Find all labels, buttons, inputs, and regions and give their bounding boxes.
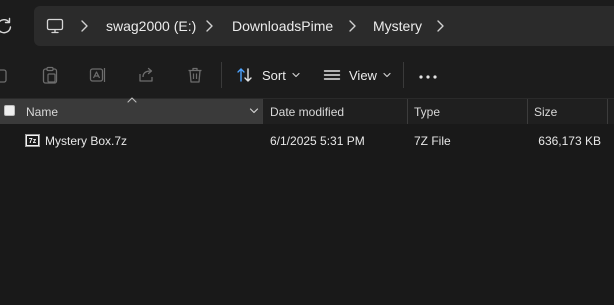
- paste-icon[interactable]: [41, 66, 59, 84]
- rename-icon[interactable]: [89, 66, 107, 84]
- file-date-modified: 6/1/2025 5:31 PM: [270, 134, 365, 148]
- refresh-icon[interactable]: [0, 16, 14, 36]
- breadcrumb-current[interactable]: Mystery: [373, 18, 422, 34]
- file-type: 7Z File: [414, 134, 451, 148]
- address-bar-row: swag2000 (E:) DownloadsPime Mystery: [0, 0, 614, 52]
- file-explorer-window: swag2000 (E:) DownloadsPime Mystery Sort…: [0, 0, 614, 305]
- this-pc-icon[interactable]: [46, 17, 64, 35]
- sort-label: Sort: [262, 67, 286, 83]
- column-date-modified[interactable]: Date modified: [270, 105, 344, 119]
- command-divider: [221, 62, 222, 88]
- sort-button[interactable]: Sort: [236, 60, 300, 90]
- sort-ascending-icon: [127, 97, 137, 103]
- file-name: Mystery Box.7z: [45, 134, 128, 148]
- breadcrumb-folder[interactable]: DownloadsPime: [232, 18, 333, 34]
- view-label: View: [349, 67, 377, 83]
- breadcrumb-drive[interactable]: swag2000 (E:): [106, 18, 196, 34]
- sort-icon: [237, 68, 252, 82]
- select-all-checkbox[interactable]: [4, 105, 15, 116]
- column-size[interactable]: Size: [534, 105, 557, 119]
- copy-icon[interactable]: [0, 66, 10, 84]
- column-type[interactable]: Type: [414, 105, 440, 119]
- chevron-down-icon[interactable]: [249, 107, 259, 115]
- chevron-right-icon[interactable]: [203, 19, 215, 33]
- 7z-archive-icon: 7z: [25, 134, 40, 147]
- view-icon: [323, 70, 341, 80]
- column-divider[interactable]: [527, 99, 528, 124]
- svg-text:7z: 7z: [29, 138, 37, 145]
- chevron-down-icon: [292, 72, 300, 78]
- chevron-right-icon[interactable]: [78, 19, 90, 33]
- column-header-row: Name Date modified Type Size: [0, 97, 614, 124]
- column-divider[interactable]: [607, 99, 608, 124]
- view-button[interactable]: View: [323, 60, 391, 90]
- address-box[interactable]: swag2000 (E:) DownloadsPime Mystery: [34, 6, 614, 46]
- command-divider: [403, 62, 404, 88]
- more-icon[interactable]: [418, 74, 438, 80]
- column-divider[interactable]: [407, 99, 408, 124]
- file-row[interactable]: 7z Mystery Box.7z 6/1/2025 5:31 PM 7Z Fi…: [0, 129, 614, 153]
- chevron-right-icon[interactable]: [346, 19, 358, 33]
- share-icon[interactable]: [137, 66, 155, 84]
- file-size: 636,173 KB: [538, 134, 601, 148]
- column-name-label: Name: [26, 105, 59, 119]
- command-bar: Sort View: [0, 52, 614, 99]
- chevron-right-icon[interactable]: [434, 19, 446, 33]
- chevron-down-icon: [383, 72, 391, 78]
- column-divider[interactable]: [262, 99, 263, 124]
- delete-icon[interactable]: [186, 66, 204, 84]
